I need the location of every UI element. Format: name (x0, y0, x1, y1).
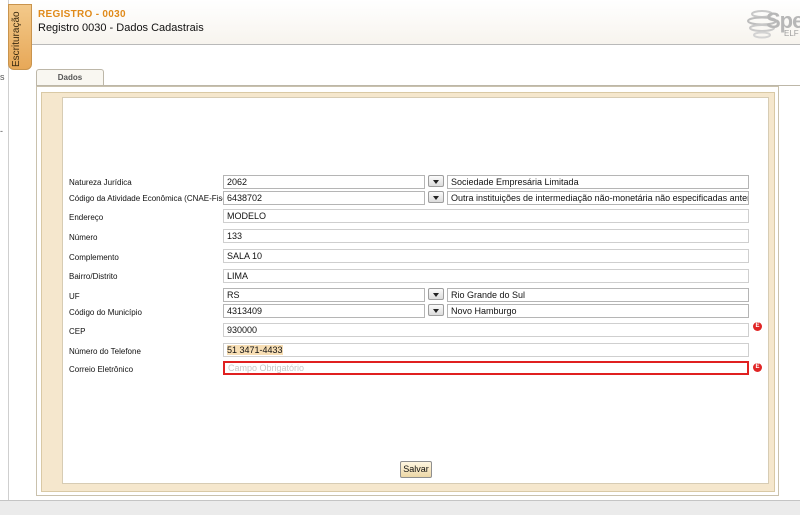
endereco-label: Endereço (69, 213, 104, 222)
error-icon: E (753, 363, 762, 372)
side-tab-label: Escrituração (11, 11, 22, 67)
header: REGISTRO - 0030 Registro 0030 - Dados Ca… (32, 0, 800, 45)
municipio-input[interactable]: 4313409 (223, 304, 425, 318)
telefone-input[interactable]: 51 3471-4433 (223, 343, 749, 357)
save-button[interactable]: Salvar (400, 461, 432, 478)
natureza-description: Sociedade Empresária Limitada (447, 175, 749, 189)
numero-input[interactable]: 133 (223, 229, 749, 243)
edge-glyph-s: s (0, 72, 5, 82)
email-label: Correio Eletrônico (69, 365, 134, 374)
complemento-input[interactable]: SALA 10 (223, 249, 749, 263)
natureza-dropdown-button[interactable] (428, 175, 444, 187)
uf-dropdown-button[interactable] (428, 288, 444, 300)
tab-dados-cadastrais[interactable]: Dados Cadastrais (36, 69, 104, 97)
municipio-dropdown-button[interactable] (428, 304, 444, 316)
uf-description: Rio Grande do Sul (447, 288, 749, 302)
cnae-input[interactable]: 6438702 (223, 191, 425, 205)
complemento-label: Complemento (69, 253, 119, 262)
telefone-label: Número do Telefone (69, 347, 141, 356)
natureza-label: Natureza Jurídica (69, 178, 132, 187)
cnae-label: Código da Atividade Econômica (CNAE-Fisc… (69, 194, 236, 203)
edge-glyph-dash: - (0, 126, 3, 136)
municipio-label: Código do Município (69, 308, 142, 317)
natureza-input[interactable]: 2062 (223, 175, 425, 189)
page-title: Registro 0030 - Dados Cadastrais (38, 22, 204, 34)
cep-label: CEP (69, 327, 86, 336)
bairro-label: Bairro/Distrito (69, 272, 118, 281)
bairro-input[interactable]: LIMA (223, 269, 749, 283)
bottom-scrollbar[interactable] (0, 500, 800, 515)
endereco-input[interactable]: MODELO (223, 209, 749, 223)
cep-input[interactable]: 930000 (223, 323, 749, 337)
cnae-dropdown-button[interactable] (428, 191, 444, 203)
telefone-value: 51 3471-4433 (227, 345, 283, 355)
email-input[interactable]: Campo Obrigatório (223, 361, 749, 375)
municipio-description: Novo Hamburgo (447, 304, 749, 318)
error-icon: E (753, 322, 762, 331)
side-tab-escrituracao[interactable]: Escrituração (8, 4, 32, 70)
numero-label: Número (69, 233, 98, 242)
register-code: REGISTRO - 0030 (38, 9, 126, 20)
sped-logo: Spe ELF (740, 2, 800, 42)
cnae-description: Outra instituições de intermediação não-… (447, 191, 749, 205)
logo-subtext: ELF (784, 29, 799, 38)
uf-label: UF (69, 292, 80, 301)
uf-input[interactable]: RS (223, 288, 425, 302)
